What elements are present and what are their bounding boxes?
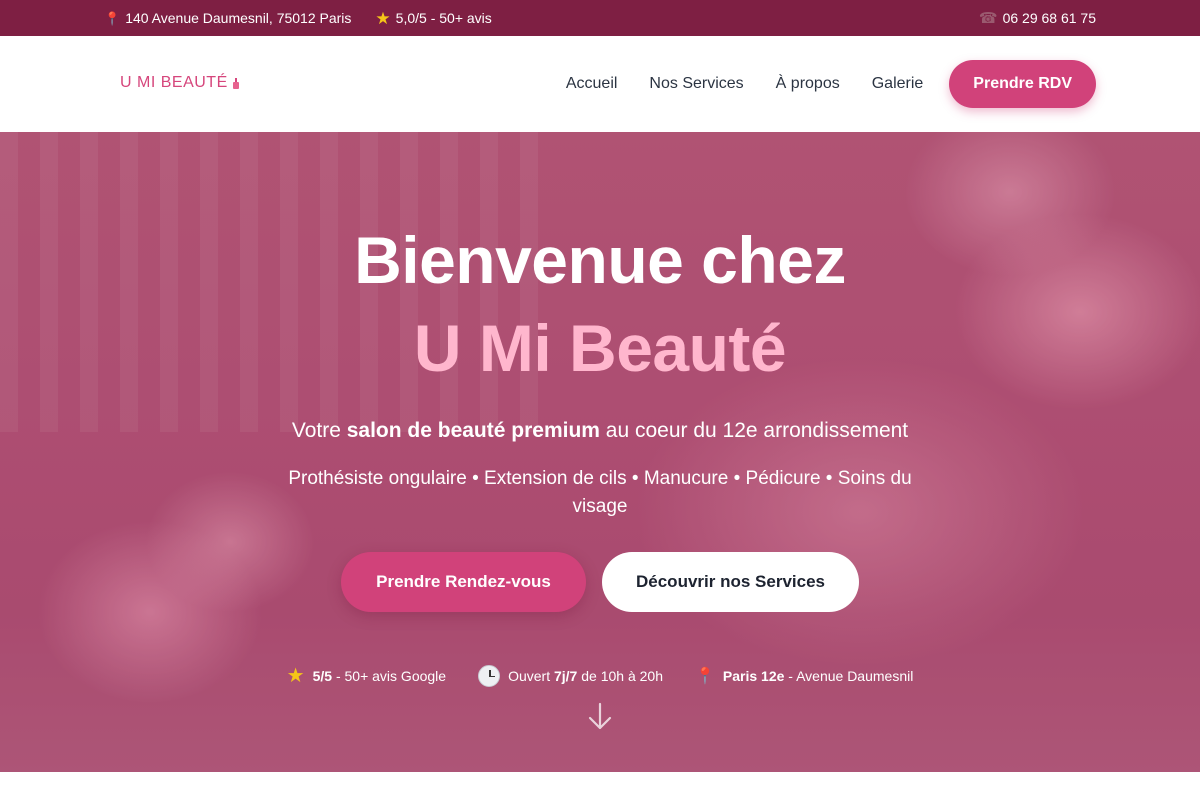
logo-text[interactable]: U MI BEAUTÉ bbox=[120, 74, 228, 92]
subtitle-bold: salon de beauté premium bbox=[346, 419, 600, 442]
map-pin-icon: 📍 bbox=[104, 10, 121, 26]
location-rest: - Avenue Daumesnil bbox=[784, 667, 914, 684]
hero-title-line2: U Mi Beauté bbox=[413, 311, 787, 385]
star-icon: ★ bbox=[286, 665, 305, 687]
location-badge: 📍 Paris 12e - Avenue Daumesnil bbox=[695, 663, 913, 688]
book-appointment-hero-button[interactable]: Prendre Rendez-vous bbox=[341, 552, 586, 612]
main-navbar: U MI BEAUTÉ Accueil Nos Services À propo… bbox=[0, 36, 1200, 132]
phone-icon: ☎ bbox=[978, 9, 998, 27]
hero-badges: ★ 5/5 - 50+ avis Google Ouvert 7j/7 de 1… bbox=[0, 663, 1200, 688]
arrow-down-icon[interactable] bbox=[587, 702, 613, 732]
topbar-rating: ★ 5,0/5 - 50+ avis bbox=[375, 10, 491, 27]
hours-badge-text: Ouvert 7j/7 de 10h à 20h bbox=[508, 668, 663, 684]
rating-badge-bold: 5/5 bbox=[312, 667, 333, 684]
nav-link-galerie[interactable]: Galerie bbox=[872, 75, 924, 93]
topbar-phone[interactable]: ☎ 06 29 68 61 75 bbox=[979, 10, 1096, 26]
nav-links: Accueil Nos Services À propos Galerie Pr… bbox=[566, 60, 1096, 108]
rating-badge: ★ 5/5 - 50+ avis Google bbox=[287, 663, 446, 688]
phone-number[interactable]: 06 29 68 61 75 bbox=[1003, 10, 1096, 26]
nav-link-a-propos[interactable]: À propos bbox=[776, 75, 840, 93]
map-pin-icon: 📍 bbox=[694, 667, 715, 685]
clock-icon bbox=[478, 664, 501, 687]
subtitle-post: au coeur du 12e arrondissement bbox=[599, 419, 909, 442]
rating-badge-text: 5/5 - 50+ avis Google bbox=[313, 668, 446, 684]
hours-badge: Ouvert 7j/7 de 10h à 20h bbox=[478, 663, 663, 688]
hero-title-line1: Bienvenue chez bbox=[354, 223, 846, 297]
discover-services-button[interactable]: Découvrir nos Services bbox=[602, 552, 859, 612]
hours-post: de 10h à 20h bbox=[577, 667, 663, 684]
rating-text: 5,0/5 - 50+ avis bbox=[395, 10, 492, 26]
hours-bold: 7j/7 bbox=[553, 667, 578, 684]
book-appointment-button[interactable]: Prendre RDV bbox=[949, 60, 1096, 108]
hero-services-list: Prothésiste ongulaire • Extension de cil… bbox=[288, 468, 912, 517]
hours-pre: Ouvert bbox=[508, 667, 554, 684]
hero-subtitle: Votre salon de beauté premium au coeur d… bbox=[0, 419, 1200, 443]
hero-section: Bienvenue chez U Mi Beauté Votre salon d… bbox=[0, 132, 1200, 772]
nail-polish-icon bbox=[232, 77, 239, 89]
star-icon: ★ bbox=[375, 8, 391, 28]
site-logo[interactable]: U MI BEAUTÉ bbox=[120, 74, 239, 92]
topbar-address: 📍 140 Avenue Daumesnil, 75012 Paris bbox=[104, 10, 351, 26]
top-info-bar: 📍 140 Avenue Daumesnil, 75012 Paris ★ 5,… bbox=[0, 0, 1200, 36]
rating-badge-rest: - 50+ avis Google bbox=[332, 667, 447, 684]
address-text: 140 Avenue Daumesnil, 75012 Paris bbox=[125, 10, 352, 26]
nav-link-services[interactable]: Nos Services bbox=[649, 75, 743, 93]
location-badge-text: Paris 12e - Avenue Daumesnil bbox=[723, 668, 913, 684]
nav-link-accueil[interactable]: Accueil bbox=[566, 75, 618, 93]
subtitle-pre: Votre bbox=[291, 419, 347, 442]
location-bold: Paris 12e bbox=[722, 667, 785, 684]
